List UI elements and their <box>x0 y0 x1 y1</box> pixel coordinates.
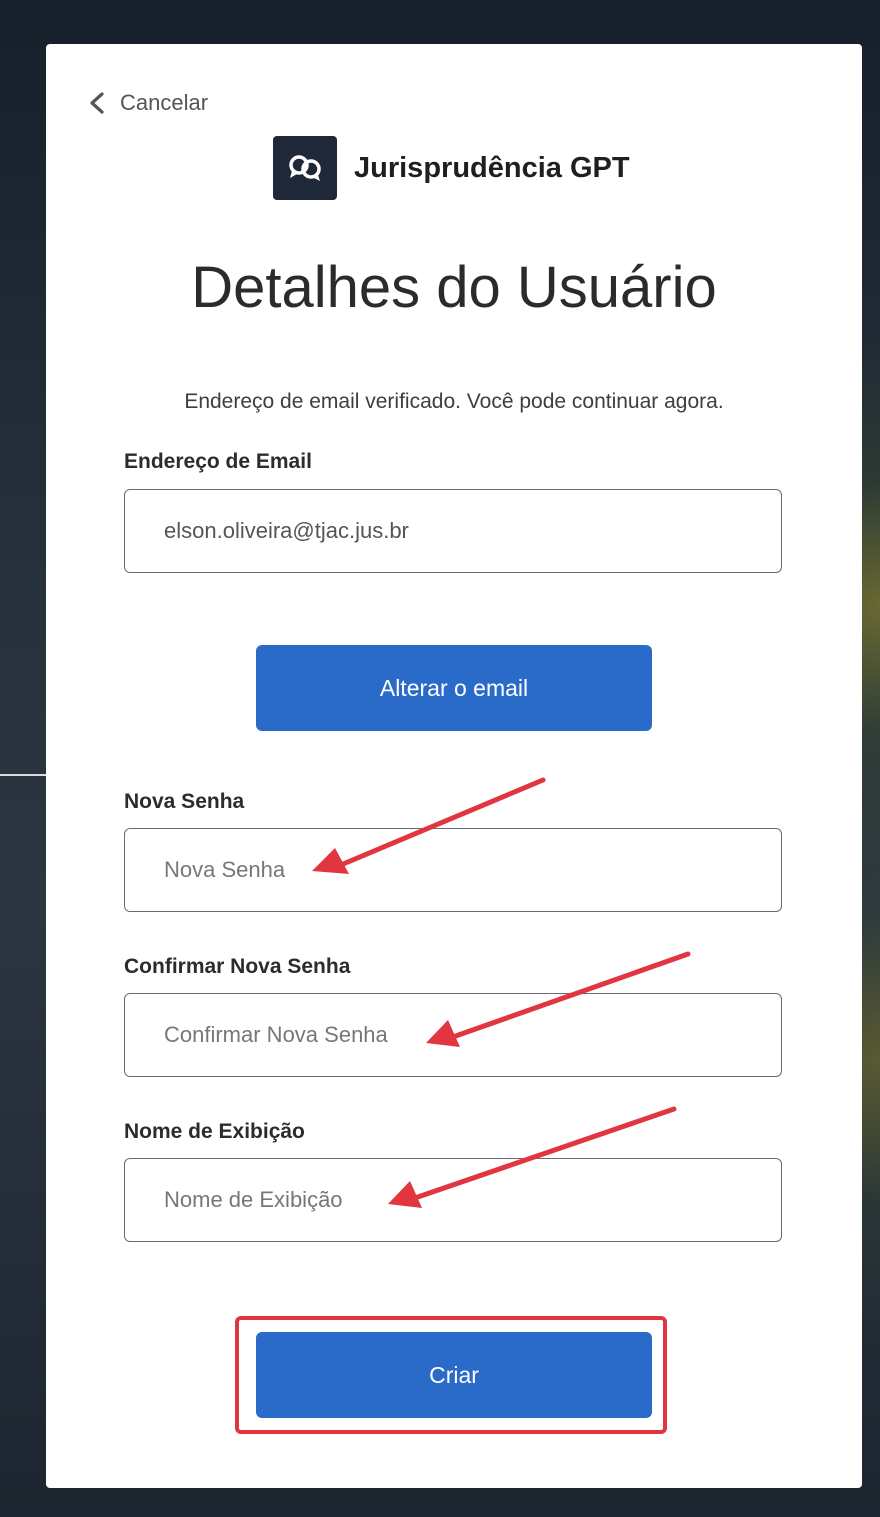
cancel-label: Cancelar <box>120 90 209 115</box>
user-details-card: Cancelar Jurisprudência GPT Detalhes do … <box>46 44 862 1488</box>
brand: Jurisprudência GPT <box>273 136 630 200</box>
chevron-left-icon <box>90 92 104 114</box>
create-button[interactable]: Criar <box>256 1332 652 1418</box>
cancel-link[interactable]: Cancelar <box>88 90 208 116</box>
brand-name: Jurisprudência GPT <box>354 151 630 184</box>
confirm-password-label: Confirmar Nova Senha <box>124 955 351 978</box>
new-password-field-wrapper <box>124 828 782 912</box>
confirm-password-field-wrapper <box>124 993 782 1077</box>
display-name-field-wrapper <box>124 1158 782 1242</box>
change-email-button[interactable]: Alterar o email <box>256 645 652 731</box>
background-divider <box>0 774 48 776</box>
email-label: Endereço de Email <box>124 450 312 473</box>
page-title: Detalhes do Usuário <box>191 255 717 320</box>
email-field[interactable] <box>125 490 781 572</box>
verification-message: Endereço de email verificado. Você pode … <box>184 390 724 413</box>
chat-bubbles-icon <box>273 136 337 200</box>
confirm-password-input[interactable] <box>125 994 781 1076</box>
email-field-wrapper <box>124 489 782 573</box>
new-password-input[interactable] <box>125 829 781 911</box>
display-name-input[interactable] <box>125 1159 781 1241</box>
display-name-label: Nome de Exibição <box>124 1120 305 1143</box>
new-password-label: Nova Senha <box>124 790 245 813</box>
